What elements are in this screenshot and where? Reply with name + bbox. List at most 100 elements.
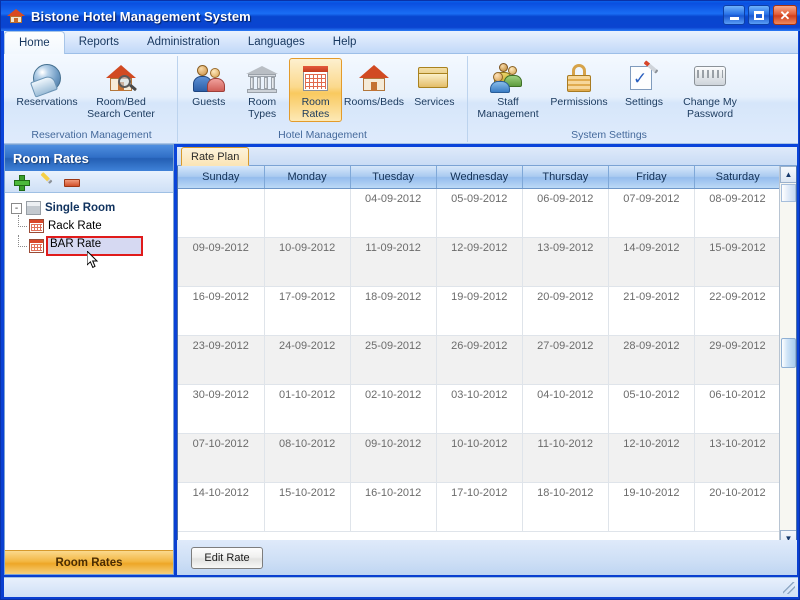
menu-tab-languages[interactable]: Languages (234, 31, 319, 53)
ribbon-button-rooms-beds[interactable]: Rooms/Beds (342, 58, 405, 122)
column-header-wednesday[interactable]: Wednesday (436, 166, 522, 188)
table-row[interactable]: 16-09-2012 17-09-2012 18-09-2012 19-09-2… (178, 286, 781, 335)
calendar-icon (29, 239, 44, 253)
grid-cell[interactable]: 25-09-2012 (350, 335, 436, 384)
column-header-friday[interactable]: Friday (608, 166, 694, 188)
grid-cell[interactable]: 18-10-2012 (522, 482, 608, 531)
menu-tab-home[interactable]: Home (4, 31, 65, 54)
ribbon-group-label: Hotel Management (182, 129, 463, 142)
grid-cell[interactable]: 12-09-2012 (436, 237, 522, 286)
table-row[interactable]: 04-09-2012 05-09-2012 06-09-2012 07-09-2… (178, 188, 781, 237)
grid-cell[interactable]: 26-09-2012 (436, 335, 522, 384)
grid-cell[interactable]: 09-10-2012 (350, 433, 436, 482)
table-row[interactable]: 30-09-2012 01-10-2012 02-10-2012 03-10-2… (178, 384, 781, 433)
tab-rate-plan[interactable]: Rate Plan (181, 147, 249, 166)
grid-cell[interactable]: 06-09-2012 (522, 188, 608, 237)
close-button[interactable]: ✕ (773, 5, 797, 25)
grid-cell[interactable]: 27-09-2012 (522, 335, 608, 384)
table-row[interactable]: 23-09-2012 24-09-2012 25-09-2012 26-09-2… (178, 335, 781, 384)
column-header-monday[interactable]: Monday (264, 166, 350, 188)
ribbon-button-staff-management[interactable]: Staff Management (472, 58, 544, 122)
grid-cell[interactable]: 05-10-2012 (608, 384, 694, 433)
pencil-icon[interactable] (38, 174, 54, 190)
grid-cell[interactable]: 08-09-2012 (694, 188, 780, 237)
scroll-up-button[interactable]: ▲ (780, 166, 797, 183)
tree-expander-icon[interactable]: - (11, 203, 22, 214)
resize-grip-icon[interactable] (783, 582, 795, 594)
grid-cell[interactable]: 13-09-2012 (522, 237, 608, 286)
ribbon-button-permissions[interactable]: Permissions (544, 58, 614, 122)
ribbon-button-change-my-password[interactable]: Change My Password (674, 58, 746, 122)
grid-cell[interactable]: 14-09-2012 (608, 237, 694, 286)
grid-cell[interactable]: 10-09-2012 (264, 237, 350, 286)
grid-cell[interactable]: 08-10-2012 (264, 433, 350, 482)
ribbon-group-hotel-management: Guests Room Types R (178, 56, 468, 142)
table-row[interactable]: 09-09-2012 10-09-2012 11-09-2012 12-09-2… (178, 237, 781, 286)
tree-node-single-room[interactable]: - Single Room (11, 199, 173, 217)
grid-cell[interactable]: 01-10-2012 (264, 384, 350, 433)
column-header-saturday[interactable]: Saturday (694, 166, 780, 188)
scrollbar-thumb[interactable] (781, 338, 796, 368)
scrollbar-track-upper[interactable] (781, 184, 796, 202)
grid-cell[interactable]: 18-09-2012 (350, 286, 436, 335)
grid-cell[interactable]: 20-10-2012 (694, 482, 780, 531)
grid-cell[interactable]: 17-09-2012 (264, 286, 350, 335)
grid-cell[interactable]: 29-09-2012 (694, 335, 780, 384)
ribbon-button-reservations[interactable]: Reservations (10, 58, 84, 122)
grid-cell[interactable]: 07-09-2012 (608, 188, 694, 237)
edit-rate-button[interactable]: Edit Rate (191, 547, 263, 569)
grid-cell[interactable] (178, 188, 264, 237)
grid-cell[interactable]: 10-10-2012 (436, 433, 522, 482)
plus-icon[interactable] (13, 174, 29, 190)
grid-cell[interactable]: 07-10-2012 (178, 433, 264, 482)
grid-cell[interactable]: 03-10-2012 (436, 384, 522, 433)
table-row[interactable]: 14-10-2012 15-10-2012 16-10-2012 17-10-2… (178, 482, 781, 531)
people-icon (192, 62, 226, 94)
ribbon-button-settings[interactable]: ✓ Settings (614, 58, 674, 122)
grid-cell[interactable]: 11-10-2012 (522, 433, 608, 482)
grid-cell[interactable]: 14-10-2012 (178, 482, 264, 531)
grid-cell[interactable]: 16-09-2012 (178, 286, 264, 335)
menu-tab-administration[interactable]: Administration (133, 31, 234, 53)
grid-cell[interactable]: 22-09-2012 (694, 286, 780, 335)
ribbon-button-services[interactable]: Services (406, 58, 463, 122)
grid-cell[interactable]: 16-10-2012 (350, 482, 436, 531)
grid-cell[interactable]: 13-10-2012 (694, 433, 780, 482)
grid-cell[interactable]: 15-10-2012 (264, 482, 350, 531)
ribbon-button-room-types[interactable]: Room Types (235, 58, 288, 122)
table-row[interactable]: 07-10-2012 08-10-2012 09-10-2012 10-10-2… (178, 433, 781, 482)
grid-cell[interactable]: 02-10-2012 (350, 384, 436, 433)
grid-cell[interactable]: 21-09-2012 (608, 286, 694, 335)
ribbon-button-room-bed-search-center[interactable]: Room/Bed Search Center (84, 58, 158, 122)
grid-cell[interactable]: 30-09-2012 (178, 384, 264, 433)
sidebar-footer-button-room-rates[interactable]: Room Rates (5, 550, 173, 574)
ribbon-button-guests[interactable]: Guests (182, 58, 235, 122)
grid-cell[interactable]: 04-10-2012 (522, 384, 608, 433)
column-header-tuesday[interactable]: Tuesday (350, 166, 436, 188)
grid-cell[interactable]: 09-09-2012 (178, 237, 264, 286)
grid-cell[interactable]: 06-10-2012 (694, 384, 780, 433)
grid-cell[interactable]: 28-09-2012 (608, 335, 694, 384)
ribbon-button-room-rates[interactable]: Room Rates (289, 58, 342, 122)
vertical-scrollbar[interactable]: ▲ ▼ (779, 166, 796, 547)
grid-cell[interactable]: 12-10-2012 (608, 433, 694, 482)
maximize-button[interactable] (748, 5, 770, 25)
grid-cell[interactable]: 17-10-2012 (436, 482, 522, 531)
grid-cell[interactable]: 23-09-2012 (178, 335, 264, 384)
grid-cell[interactable]: 24-09-2012 (264, 335, 350, 384)
column-header-sunday[interactable]: Sunday (178, 166, 264, 188)
grid-cell[interactable] (264, 188, 350, 237)
column-header-thursday[interactable]: Thursday (522, 166, 608, 188)
menu-tab-help[interactable]: Help (319, 31, 371, 53)
grid-cell[interactable]: 19-09-2012 (436, 286, 522, 335)
grid-cell[interactable]: 05-09-2012 (436, 188, 522, 237)
menu-tab-reports[interactable]: Reports (65, 31, 133, 53)
grid-cell[interactable]: 15-09-2012 (694, 237, 780, 286)
minus-icon[interactable] (63, 174, 79, 190)
minimize-button[interactable] (723, 5, 745, 25)
grid-cell[interactable]: 04-09-2012 (350, 188, 436, 237)
grid-cell[interactable]: 19-10-2012 (608, 482, 694, 531)
grid-cell[interactable]: 20-09-2012 (522, 286, 608, 335)
tree-node-rack-rate[interactable]: Rack Rate (11, 217, 173, 235)
grid-cell[interactable]: 11-09-2012 (350, 237, 436, 286)
